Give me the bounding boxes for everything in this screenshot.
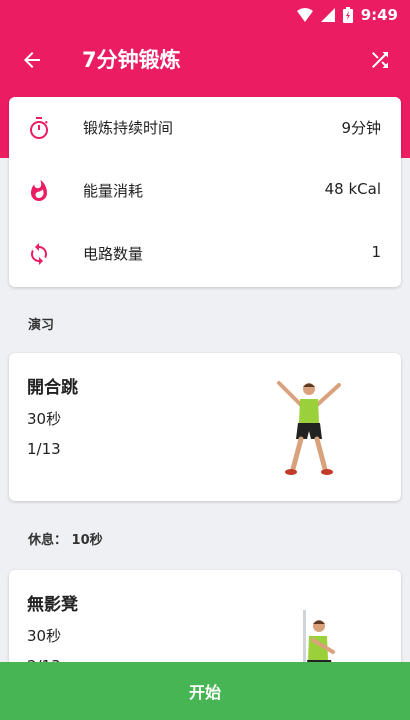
exercises-section-label: 演习	[28, 318, 55, 333]
info-row-circuits: 电路数量 1	[9, 223, 401, 285]
exercise-name: 開合跳	[27, 378, 78, 398]
stopwatch-icon	[30, 117, 48, 139]
info-value: 9分钟	[341, 119, 381, 137]
info-row-duration: 锻炼持续时间 9分钟	[9, 97, 401, 159]
workout-info-card: 锻炼持续时间 9分钟 能量消耗 48 kCal 电路数量 1	[9, 97, 401, 287]
page-title: 7分钟锻炼	[82, 48, 181, 72]
info-label: 电路数量	[83, 245, 144, 263]
repeat-icon	[31, 243, 47, 265]
jumping-jacks-illustration	[277, 381, 341, 475]
status-bar: 9:49	[0, 0, 410, 30]
battery-icon	[342, 7, 353, 23]
wifi-icon	[296, 8, 313, 22]
app-bar: 7分钟锻炼	[0, 30, 410, 90]
info-label: 锻炼持续时间	[83, 119, 174, 137]
exercise-duration: 30秒	[27, 410, 62, 428]
exercise-card[interactable]: 開合跳 30秒 1/13	[9, 353, 401, 501]
info-row-calories: 能量消耗 48 kCal	[9, 160, 401, 222]
start-button[interactable]: 开始	[0, 662, 410, 720]
info-value: 1	[371, 243, 381, 261]
back-arrow-icon[interactable]	[20, 48, 44, 72]
rest-label: 休息： 10秒	[28, 533, 103, 548]
info-label: 能量消耗	[83, 182, 144, 200]
signal-icon	[320, 8, 335, 22]
exercise-duration: 30秒	[27, 627, 62, 645]
exercise-name: 無影凳	[27, 595, 78, 615]
flame-icon	[31, 179, 47, 201]
info-value: 48 kCal	[324, 180, 381, 198]
status-time: 9:49	[360, 6, 398, 24]
exercise-progress: 1/13	[27, 440, 61, 458]
shuffle-icon[interactable]	[368, 48, 392, 72]
